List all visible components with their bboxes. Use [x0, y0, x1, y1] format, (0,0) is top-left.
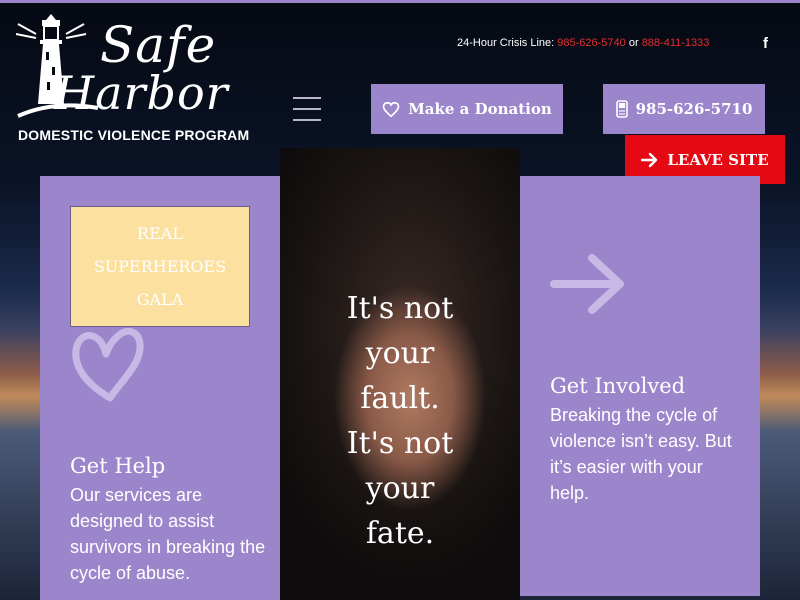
hero-line: your: [365, 336, 435, 371]
arrow-right-icon: [641, 152, 658, 167]
menu-icon[interactable]: [293, 97, 321, 121]
logo-subtitle: DOMESTIC VIOLENCE PROGRAM: [18, 127, 250, 143]
hero-photo: It's not your fault. It's not your fate.: [280, 148, 520, 600]
menu-bar: [293, 97, 321, 99]
donate-button[interactable]: Make a Donation: [371, 84, 563, 134]
gala-banner[interactable]: REAL SUPERHEROES GALA: [70, 206, 250, 327]
top-accent-bar: [0, 0, 800, 3]
crisis-phone-1[interactable]: 985-626-5740: [557, 37, 626, 49]
arrow-big-icon: [550, 254, 624, 314]
hero-quote: It's not your fault. It's not your fate.: [280, 286, 520, 556]
get-help-text: Our services are designed to assist surv…: [70, 485, 266, 583]
crisis-label: 24-Hour Crisis Line:: [457, 37, 555, 49]
crisis-line: 24-Hour Crisis Line: 985-626-5740 or 888…: [457, 37, 709, 49]
donate-label: Make a Donation: [408, 100, 552, 118]
hero-line: fault.: [360, 381, 440, 416]
menu-bar: [293, 108, 321, 110]
hero-line: It's not: [346, 291, 454, 326]
logo-name-line2: Harbor: [54, 66, 229, 120]
facebook-icon[interactable]: f: [763, 35, 768, 52]
site-logo[interactable]: Safe Harbor DOMESTIC VIOLENCE PROGRAM: [14, 12, 250, 148]
leave-site-label: LEAVE SITE: [667, 150, 769, 169]
crisis-phone-2[interactable]: 888-411-1333: [642, 37, 710, 49]
hero-line: It's not: [346, 426, 454, 461]
menu-bar: [293, 119, 321, 121]
phone-label: 985-626-5710: [635, 100, 753, 118]
get-involved-title[interactable]: Get Involved: [550, 374, 685, 398]
phone-button[interactable]: 985-626-5710: [603, 84, 765, 134]
heart-icon: [382, 101, 400, 117]
hero-line: your: [365, 471, 435, 506]
get-involved-text: Breaking the cycle of violence isn’t eas…: [550, 405, 732, 503]
hero-line: fate.: [365, 516, 435, 551]
get-help-title[interactable]: Get Help: [70, 454, 165, 478]
crisis-separator: or: [628, 37, 639, 49]
heart-outline-icon: [72, 327, 144, 402]
phone-icon: [615, 100, 628, 118]
gala-text: REAL SUPERHEROES GALA: [93, 224, 227, 309]
